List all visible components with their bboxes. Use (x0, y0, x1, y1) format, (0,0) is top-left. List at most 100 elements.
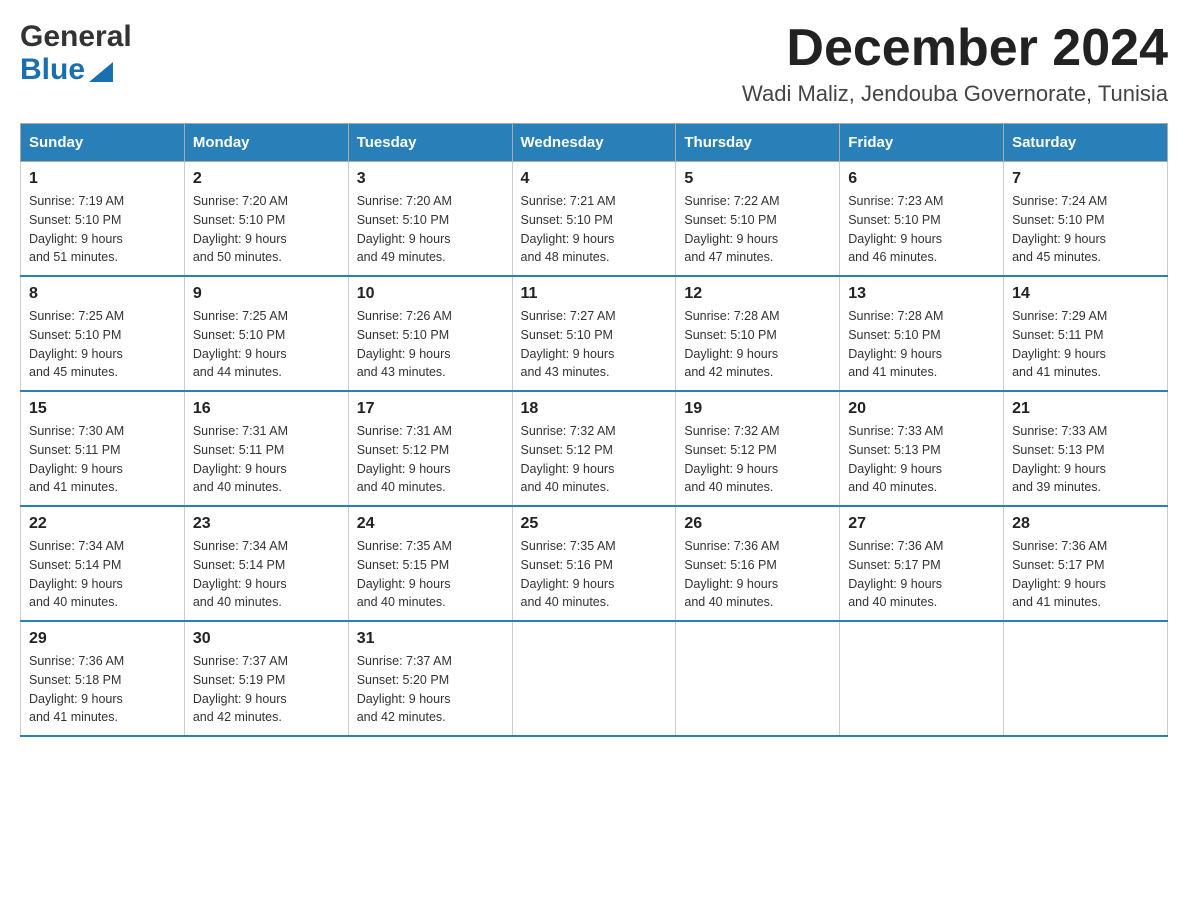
day-number: 11 (521, 285, 668, 303)
calendar-day-cell: 24 Sunrise: 7:35 AMSunset: 5:15 PMDayligh… (348, 506, 512, 621)
day-number: 29 (29, 630, 176, 648)
day-info: Sunrise: 7:34 AMSunset: 5:14 PMDaylight:… (193, 537, 340, 612)
calendar-day-cell: 3Sunrise: 7:20 AMSunset: 5:10 PMDaylight… (348, 162, 512, 277)
calendar-day-cell: 22Sunrise: 7:34 AMSunset: 5:14 PMDayligh… (21, 506, 185, 621)
day-info: Sunrise: 7:28 AMSunset: 5:10 PMDaylight:… (848, 307, 995, 382)
calendar-week-row: 29 Sunrise: 7:36 AMSunset: 5:18 PMDayligh… (21, 621, 1168, 736)
day-number: 24 (357, 515, 504, 533)
calendar-day-cell: 15 Sunrise: 7:30 AMSunset: 5:11 PMDayligh… (21, 391, 185, 506)
day-info: Sunrise: 7:32 AMSunset: 5:12 PMDaylight:… (521, 422, 668, 497)
day-number: 7 (1012, 170, 1159, 188)
day-info: Sunrise: 7:35 AMSunset: 5:15 PMDaylight:… (357, 537, 504, 612)
calendar-week-row: 8Sunrise: 7:25 AMSunset: 5:10 PMDaylight… (21, 276, 1168, 391)
logo-general: General (20, 20, 132, 53)
day-info: Sunrise: 7:25 AMSunset: 5:10 PMDaylight:… (29, 307, 176, 382)
day-number: 4 (521, 170, 668, 188)
calendar-day-cell: 11Sunrise: 7:27 AMSunset: 5:10 PMDayligh… (512, 276, 676, 391)
calendar-day-cell: 27 Sunrise: 7:36 AMSunset: 5:17 PMDayligh… (840, 506, 1004, 621)
day-number: 16 (193, 400, 340, 418)
day-info: Sunrise: 7:30 AMSunset: 5:11 PMDaylight:… (29, 422, 176, 497)
day-number: 6 (848, 170, 995, 188)
calendar-day-cell: 9Sunrise: 7:25 AMSunset: 5:10 PMDaylight… (184, 276, 348, 391)
calendar-day-cell: 8Sunrise: 7:25 AMSunset: 5:10 PMDaylight… (21, 276, 185, 391)
day-info: Sunrise: 7:37 AMSunset: 5:20 PMDaylight:… (357, 652, 504, 727)
day-number: 5 (684, 170, 831, 188)
calendar-week-row: 22Sunrise: 7:34 AMSunset: 5:14 PMDayligh… (21, 506, 1168, 621)
day-info: Sunrise: 7:36 AMSunset: 5:17 PMDaylight:… (1012, 537, 1159, 612)
title-section: December 2024 Wadi Maliz, Jendouba Gover… (742, 20, 1168, 107)
day-number: 2 (193, 170, 340, 188)
day-info: Sunrise: 7:36 AMSunset: 5:18 PMDaylight:… (29, 652, 176, 727)
day-info: Sunrise: 7:35 AMSunset: 5:16 PMDaylight:… (521, 537, 668, 612)
location-title: Wadi Maliz, Jendouba Governorate, Tunisi… (742, 81, 1168, 107)
day-info: Sunrise: 7:20 AMSunset: 5:10 PMDaylight:… (193, 192, 340, 267)
col-saturday: Saturday (1004, 124, 1168, 162)
day-info: Sunrise: 7:37 AMSunset: 5:19 PMDaylight:… (193, 652, 340, 727)
col-thursday: Thursday (676, 124, 840, 162)
calendar-day-cell: 30 Sunrise: 7:37 AMSunset: 5:19 PMDayligh… (184, 621, 348, 736)
day-number: 15 (29, 400, 176, 418)
day-info: Sunrise: 7:29 AMSunset: 5:11 PMDaylight:… (1012, 307, 1159, 382)
calendar-day-cell: 2 Sunrise: 7:20 AMSunset: 5:10 PMDaylight… (184, 162, 348, 277)
day-number: 12 (684, 285, 831, 303)
day-info: Sunrise: 7:26 AMSunset: 5:10 PMDaylight:… (357, 307, 504, 382)
calendar-day-cell: 26Sunrise: 7:36 AMSunset: 5:16 PMDayligh… (676, 506, 840, 621)
calendar-day-cell: 14Sunrise: 7:29 AMSunset: 5:11 PMDayligh… (1004, 276, 1168, 391)
logo-triangle-icon (87, 58, 115, 86)
col-friday: Friday (840, 124, 1004, 162)
calendar-day-cell: 16 Sunrise: 7:31 AMSunset: 5:11 PMDayligh… (184, 391, 348, 506)
empty-cell (1004, 621, 1168, 736)
day-info: Sunrise: 7:23 AMSunset: 5:10 PMDaylight:… (848, 192, 995, 267)
calendar-day-cell: 20 Sunrise: 7:33 AMSunset: 5:13 PMDayligh… (840, 391, 1004, 506)
day-info: Sunrise: 7:36 AMSunset: 5:17 PMDaylight:… (848, 537, 995, 612)
calendar-day-cell: 29 Sunrise: 7:36 AMSunset: 5:18 PMDayligh… (21, 621, 185, 736)
calendar-day-cell: 17 Sunrise: 7:31 AMSunset: 5:12 PMDayligh… (348, 391, 512, 506)
day-info: Sunrise: 7:31 AMSunset: 5:12 PMDaylight:… (357, 422, 504, 497)
day-info: Sunrise: 7:32 AMSunset: 5:12 PMDaylight:… (684, 422, 831, 497)
day-number: 25 (521, 515, 668, 533)
day-number: 13 (848, 285, 995, 303)
day-number: 21 (1012, 400, 1159, 418)
col-monday: Monday (184, 124, 348, 162)
day-info: Sunrise: 7:28 AMSunset: 5:10 PMDaylight:… (684, 307, 831, 382)
calendar-day-cell: 21Sunrise: 7:33 AMSunset: 5:13 PMDayligh… (1004, 391, 1168, 506)
calendar-day-cell: 7 Sunrise: 7:24 AMSunset: 5:10 PMDaylight… (1004, 162, 1168, 277)
day-info: Sunrise: 7:19 AMSunset: 5:10 PMDaylight:… (29, 192, 176, 267)
day-number: 10 (357, 285, 504, 303)
day-info: Sunrise: 7:20 AMSunset: 5:10 PMDaylight:… (357, 192, 504, 267)
day-number: 31 (357, 630, 504, 648)
empty-cell (840, 621, 1004, 736)
calendar-day-cell: 23 Sunrise: 7:34 AMSunset: 5:14 PMDayligh… (184, 506, 348, 621)
empty-cell (676, 621, 840, 736)
page-header: General Blue December 2024 Wadi Maliz, J… (20, 20, 1168, 107)
day-info: Sunrise: 7:34 AMSunset: 5:14 PMDaylight:… (29, 537, 176, 612)
month-title: December 2024 (742, 20, 1168, 77)
calendar-day-cell: 4Sunrise: 7:21 AMSunset: 5:10 PMDaylight… (512, 162, 676, 277)
logo-text: General Blue (20, 20, 132, 86)
calendar-day-cell: 12 Sunrise: 7:28 AMSunset: 5:10 PMDayligh… (676, 276, 840, 391)
calendar-day-cell: 19 Sunrise: 7:32 AMSunset: 5:12 PMDayligh… (676, 391, 840, 506)
empty-cell (512, 621, 676, 736)
day-info: Sunrise: 7:22 AMSunset: 5:10 PMDaylight:… (684, 192, 831, 267)
day-number: 30 (193, 630, 340, 648)
day-number: 23 (193, 515, 340, 533)
day-number: 20 (848, 400, 995, 418)
calendar-day-cell: 28Sunrise: 7:36 AMSunset: 5:17 PMDayligh… (1004, 506, 1168, 621)
day-number: 19 (684, 400, 831, 418)
day-number: 9 (193, 285, 340, 303)
calendar-day-cell: 5 Sunrise: 7:22 AMSunset: 5:10 PMDaylight… (676, 162, 840, 277)
calendar-day-cell: 13 Sunrise: 7:28 AMSunset: 5:10 PMDayligh… (840, 276, 1004, 391)
day-info: Sunrise: 7:33 AMSunset: 5:13 PMDaylight:… (848, 422, 995, 497)
day-info: Sunrise: 7:24 AMSunset: 5:10 PMDaylight:… (1012, 192, 1159, 267)
col-wednesday: Wednesday (512, 124, 676, 162)
day-info: Sunrise: 7:31 AMSunset: 5:11 PMDaylight:… (193, 422, 340, 497)
day-number: 27 (848, 515, 995, 533)
calendar-header-row: Sunday Monday Tuesday Wednesday Thursday… (21, 124, 1168, 162)
logo-blue: Blue (20, 53, 85, 86)
col-sunday: Sunday (21, 124, 185, 162)
calendar-day-cell: 6 Sunrise: 7:23 AMSunset: 5:10 PMDaylight… (840, 162, 1004, 277)
col-tuesday: Tuesday (348, 124, 512, 162)
calendar-day-cell: 18Sunrise: 7:32 AMSunset: 5:12 PMDayligh… (512, 391, 676, 506)
day-number: 1 (29, 170, 176, 188)
day-number: 17 (357, 400, 504, 418)
